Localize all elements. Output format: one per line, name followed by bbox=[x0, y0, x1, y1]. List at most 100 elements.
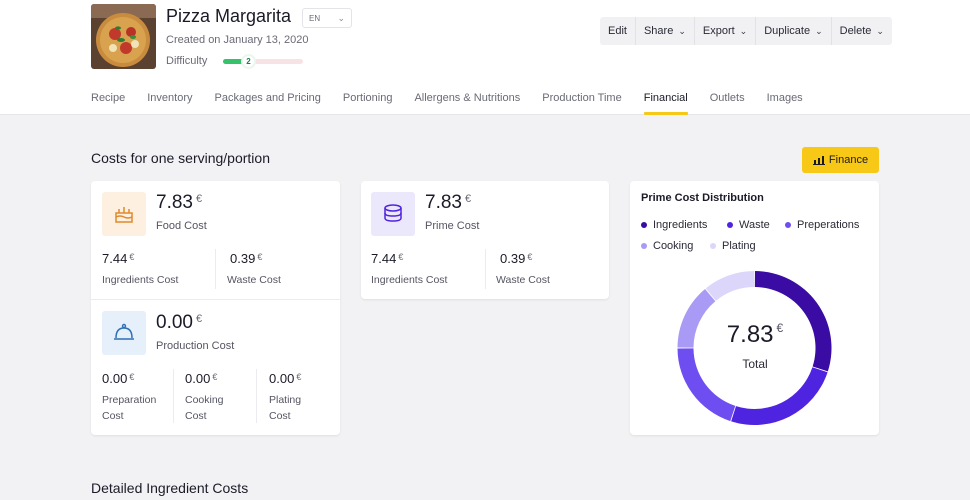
currency-symbol: € bbox=[296, 372, 302, 382]
donut-total-value: 7.83 € bbox=[630, 321, 880, 349]
duplicate-button[interactable]: Duplicate ⌄ bbox=[756, 17, 832, 45]
prime-cost-number: 7.83 bbox=[425, 192, 462, 213]
section-title: Costs for one serving/portion bbox=[91, 150, 270, 166]
total-number: 7.83 bbox=[726, 321, 774, 348]
coins-icon bbox=[371, 192, 415, 236]
cake-icon bbox=[102, 192, 146, 236]
prime-cost-distribution-card: Prime Cost Distribution Ingredients Wast… bbox=[630, 181, 879, 435]
cooking-cost-number: 0.00 bbox=[185, 371, 211, 386]
chart-icon bbox=[812, 156, 825, 165]
tab-packages-and-pricing[interactable]: Packages and Pricing bbox=[215, 92, 321, 115]
donut-chart bbox=[677, 271, 832, 425]
recipe-tabs: Recipe Inventory Packages and Pricing Po… bbox=[91, 92, 825, 115]
chevron-down-icon: ⌄ bbox=[815, 25, 823, 36]
ingredients-cost-label: Ingredients Cost bbox=[102, 274, 179, 286]
cloche-icon bbox=[102, 311, 146, 355]
waste-cost-number: 0.39 bbox=[230, 251, 256, 266]
currency-symbol: € bbox=[195, 193, 203, 205]
recipe-title: Pizza Margarita bbox=[166, 6, 292, 26]
chevron-down-icon: ⌄ bbox=[337, 13, 345, 23]
tab-recipe[interactable]: Recipe bbox=[91, 92, 125, 115]
divider bbox=[215, 249, 216, 289]
plating-cost-number: 0.00 bbox=[269, 371, 295, 386]
waste-cost-label: Waste Cost bbox=[227, 274, 281, 286]
plating-cost-value: 0.00 € bbox=[269, 371, 301, 386]
food-cost-card: 7.83 € Food Cost 7.44 € Ingredients Cost 0… bbox=[91, 181, 340, 435]
difficulty-label: Difficulty bbox=[166, 55, 208, 67]
tab-production-time[interactable]: Production Time bbox=[542, 92, 621, 115]
chevron-down-icon: ⌄ bbox=[876, 25, 884, 36]
tab-portioning[interactable]: Portioning bbox=[343, 92, 393, 115]
currency-symbol: € bbox=[398, 252, 404, 262]
share-button[interactable]: Share ⌄ bbox=[636, 17, 695, 45]
food-cost-number: 7.83 bbox=[156, 192, 193, 213]
production-cost-label: Production Cost bbox=[156, 340, 235, 352]
divider bbox=[91, 299, 340, 300]
food-cost-value: 7.83 € bbox=[156, 192, 202, 214]
production-cost-number: 0.00 bbox=[156, 312, 193, 333]
prime-cost-card: 7.83 € Prime Cost 7.44 € Ingredients Cost … bbox=[361, 181, 609, 299]
food-cost-label: Food Cost bbox=[156, 220, 207, 232]
action-toolbar: Edit Share ⌄ Export ⌄ Duplicate ⌄ Delete ⌄ bbox=[600, 17, 892, 45]
edit-button[interactable]: Edit bbox=[600, 17, 636, 45]
divider bbox=[173, 369, 174, 423]
currency-symbol: € bbox=[195, 313, 203, 325]
currency-symbol: € bbox=[527, 252, 533, 262]
tab-allergens-nutritions[interactable]: Allergens & Nutritions bbox=[414, 92, 520, 115]
export-label: Export bbox=[702, 25, 735, 37]
prime-cost-label: Prime Cost bbox=[425, 220, 480, 232]
language-select[interactable]: EN ⌄ bbox=[302, 8, 352, 28]
currency-symbol: € bbox=[212, 372, 218, 382]
divider bbox=[485, 249, 486, 289]
currency-symbol: € bbox=[464, 193, 472, 205]
finance-button-label: Finance bbox=[828, 154, 869, 166]
duplicate-label: Duplicate bbox=[764, 25, 811, 37]
ingredients-cost-value: 7.44 € bbox=[102, 251, 134, 266]
prime-cost-value: 7.83 € bbox=[425, 192, 471, 214]
currency-symbol: € bbox=[129, 372, 135, 382]
tab-outlets[interactable]: Outlets bbox=[710, 92, 745, 115]
label-line: Cooking bbox=[185, 394, 224, 406]
preparation-cost-label: Preparation Cost bbox=[102, 392, 156, 424]
chevron-down-icon: ⌄ bbox=[678, 25, 686, 36]
prime-waste-cost-value: 0.39 € bbox=[500, 251, 532, 266]
donut-segment-plating[interactable] bbox=[705, 271, 755, 301]
ingredients-cost-number: 7.44 bbox=[102, 251, 128, 266]
chevron-down-icon: ⌄ bbox=[739, 25, 748, 36]
recipe-header: Pizza Margarita EN ⌄ Created on January … bbox=[0, 0, 970, 115]
created-date: Created on January 13, 2020 bbox=[166, 34, 309, 46]
edit-label: Edit bbox=[608, 25, 627, 37]
prime-waste-number: 0.39 bbox=[500, 251, 526, 266]
tab-financial[interactable]: Financial bbox=[643, 92, 688, 115]
label-line: Preparation bbox=[102, 394, 157, 406]
donut-total-label: Total bbox=[742, 357, 768, 371]
export-button[interactable]: Export ⌄ bbox=[695, 17, 757, 45]
cooking-cost-label: Cooking Cost bbox=[185, 392, 224, 424]
donut-segment-waste[interactable] bbox=[731, 367, 828, 425]
divider bbox=[256, 369, 257, 423]
prime-ingredients-cost-value: 7.44 € bbox=[371, 251, 403, 266]
label-line: Cost bbox=[185, 410, 207, 422]
preparation-cost-number: 0.00 bbox=[102, 371, 128, 386]
prime-ingredients-cost-label: Ingredients Cost bbox=[371, 274, 448, 286]
finance-button[interactable]: Finance bbox=[802, 147, 879, 173]
currency-symbol: € bbox=[257, 252, 263, 262]
share-label: Share bbox=[643, 25, 674, 37]
currency-symbol: € bbox=[129, 252, 135, 262]
tab-images[interactable]: Images bbox=[767, 92, 803, 115]
label-line: Cost bbox=[269, 410, 291, 422]
production-cost-value: 0.00 € bbox=[156, 312, 202, 334]
currency-symbol: € bbox=[776, 321, 784, 335]
label-line: Cost bbox=[102, 410, 124, 422]
prime-waste-cost-label: Waste Cost bbox=[496, 274, 550, 286]
delete-label: Delete bbox=[839, 25, 872, 37]
pizza-thumbnail[interactable] bbox=[91, 4, 156, 69]
tab-inventory[interactable]: Inventory bbox=[147, 92, 192, 115]
label-line: Plating bbox=[269, 394, 302, 406]
difficulty-bar bbox=[223, 59, 303, 64]
delete-button[interactable]: Delete ⌄ bbox=[832, 17, 892, 45]
prime-ingredients-number: 7.44 bbox=[371, 251, 397, 266]
language-value: EN bbox=[309, 14, 321, 23]
waste-cost-value: 0.39 € bbox=[230, 251, 262, 266]
cooking-cost-value: 0.00 € bbox=[185, 371, 217, 386]
